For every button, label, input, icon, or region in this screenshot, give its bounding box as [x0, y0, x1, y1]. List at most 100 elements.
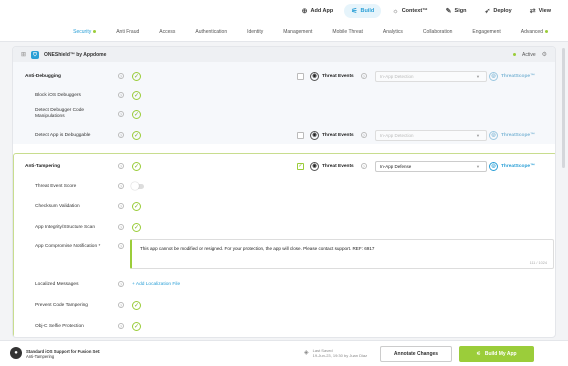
view-button[interactable]: ⇄ View — [523, 4, 558, 18]
feature-row-detect-code-manip: Detect Debugger Code Manipulations ? ✓ — [13, 107, 555, 121]
info-icon[interactable]: ? — [118, 281, 124, 287]
context-button[interactable]: ☼ Context™ — [385, 5, 434, 18]
threat-events-label: Threat Events — [322, 132, 354, 138]
chevron-down-icon: ▼ — [476, 163, 480, 169]
info-icon[interactable]: ? — [118, 224, 124, 230]
tab-label: Advanced — [520, 28, 543, 35]
threat-events-checkbox[interactable] — [297, 131, 304, 139]
tab-label: Mobile Threat — [332, 28, 363, 35]
tab-label: Management — [283, 28, 313, 35]
tab-label: Analytics — [382, 28, 403, 35]
top-toolbar: ⊕ Add App ⚟ Build ☼ Context™ ✎ Sign ➶ Deploy … — [0, 0, 568, 22]
pen-icon: ✎ — [445, 8, 452, 15]
tab-advanced[interactable]: Advanced — [511, 29, 558, 35]
info-icon[interactable]: ? — [118, 243, 124, 249]
threatscope-button[interactable]: ◎ ThreatScope™ — [489, 130, 535, 140]
detection-select[interactable]: In-App Detection ▼ — [375, 129, 487, 141]
tab-engagement[interactable]: Engagement — [462, 29, 510, 35]
panel-header: ⊞ ⛉ ONEShield™ by Appdome Active ⚙ — [13, 47, 555, 62]
enabled-check-icon[interactable]: ✓ — [132, 321, 141, 331]
build-button[interactable]: ⚟ Build — [344, 4, 382, 18]
tab-label: Security — [73, 28, 92, 35]
feature-label: Prevent Code Tampering — [35, 302, 88, 308]
feature-row-detect-debuggable: Detect App is Debuggable ? ✓ ◉ Threat Eve… — [13, 129, 555, 141]
save-icon: ◈ — [304, 349, 309, 356]
tab-collaboration[interactable]: Collaboration — [413, 29, 462, 35]
add-app-button[interactable]: ⊕ Add App — [295, 4, 341, 18]
feature-label: Detect Debugger Code Manipulations — [35, 108, 85, 119]
help-icon[interactable]: ? — [360, 73, 367, 79]
notification-message-field[interactable]: This app cannot be modified or resigned.… — [130, 239, 554, 269]
deploy-button[interactable]: ➶ Deploy — [477, 4, 518, 18]
info-icon[interactable]: ? — [118, 111, 124, 117]
help-icon[interactable]: ? — [360, 132, 367, 138]
deploy-label: Deploy — [493, 8, 512, 14]
tab-authentication[interactable]: Authentication — [185, 29, 237, 35]
settings-icon[interactable]: ⚙ — [542, 51, 547, 58]
info-icon[interactable]: ? — [118, 323, 124, 329]
info-icon[interactable]: ? — [118, 302, 124, 308]
feature-row-checksum: Checksum Validation ? ✓ — [13, 201, 555, 211]
enabled-check-icon[interactable]: ✓ — [132, 161, 141, 171]
feature-row-integrity: App Integrity/Structure Scan ? ✓ — [13, 222, 555, 232]
sign-button[interactable]: ✎ Sign — [439, 4, 474, 18]
tab-management[interactable]: Management — [273, 29, 322, 35]
tab-identity[interactable]: Identity — [237, 29, 273, 35]
info-icon[interactable]: ? — [118, 132, 124, 138]
feature-label: Checksum Validation — [35, 203, 80, 209]
info-icon[interactable]: ? — [118, 203, 124, 209]
feature-row-localized: Localized Messages ? + Add Localization … — [13, 279, 555, 289]
active-dot — [512, 53, 516, 56]
enabled-check-icon[interactable]: ✓ — [132, 90, 141, 100]
threatscope-icon: ◎ — [489, 71, 498, 81]
tab-anti-fraud[interactable]: Anti Fraud — [106, 29, 149, 35]
scrollbar[interactable] — [562, 48, 565, 168]
last-saved: ◈ Last Saved 19-Jun-23, 19:30 by Juan Di… — [304, 348, 367, 358]
threat-events-checkbox[interactable]: ✓ — [297, 162, 304, 170]
threat-events-label: Threat Events — [322, 163, 354, 169]
sliders-icon: ⚟ — [476, 351, 481, 357]
feature-label: Anti-Tampering — [25, 163, 61, 169]
feature-row-objc: Obj-C Selfie Protection ? ✓ — [13, 321, 555, 331]
add-localization-link[interactable]: + Add Localization File — [132, 282, 180, 287]
tab-mobile-threat[interactable]: Mobile Threat — [322, 29, 372, 35]
rocket-icon: ➶ — [484, 8, 491, 15]
detection-select[interactable]: In-App Defense ▼ — [375, 160, 487, 172]
enabled-check-icon[interactable]: ✓ — [132, 300, 141, 310]
sliders-icon: ⚟ — [351, 8, 358, 15]
enabled-check-icon[interactable]: ✓ — [132, 71, 141, 81]
tab-security[interactable]: Security — [63, 29, 106, 35]
add-localization-label: Add Localization File — [135, 281, 181, 287]
tab-label: Engagement — [472, 28, 501, 35]
help-icon[interactable]: ? — [360, 163, 367, 169]
tab-label: Collaboration — [422, 28, 453, 35]
enabled-check-icon[interactable]: ✓ — [132, 109, 141, 119]
threat-score-toggle[interactable] — [131, 182, 144, 190]
enabled-check-icon[interactable]: ✓ — [132, 130, 141, 140]
enabled-check-icon[interactable]: ✓ — [132, 201, 141, 211]
threat-events-checkbox[interactable] — [297, 72, 304, 80]
status-dot — [545, 30, 548, 33]
feature-label: App Integrity/Structure Scan — [35, 224, 95, 230]
annotate-label: Annotate Changes — [393, 351, 439, 357]
info-icon[interactable]: ? — [118, 92, 124, 98]
threatscope-button[interactable]: ◎ ThreatScope™ — [489, 161, 535, 171]
tab-access[interactable]: Access — [149, 29, 185, 35]
feature-label: Threat Event Score — [35, 183, 77, 189]
feature-row-anti-tampering: Anti-Tampering ? ✓ ✓ ◉ Threat Events? In-… — [13, 160, 555, 172]
chevron-down-icon: ▼ — [476, 73, 480, 79]
grid-icon: ⊞ — [21, 52, 27, 58]
feature-label: Localized Messages — [35, 281, 79, 287]
context-label: Context™ — [401, 8, 428, 14]
detection-select[interactable]: In-App Detection ▼ — [375, 70, 487, 82]
info-icon[interactable]: ? — [118, 163, 124, 169]
add-app-label: Add App — [310, 8, 334, 14]
enabled-check-icon[interactable]: ✓ — [132, 222, 141, 232]
info-icon[interactable]: ? — [118, 183, 124, 189]
info-icon[interactable]: ? — [118, 73, 124, 79]
threat-events: ◉ Threat Events? — [310, 161, 367, 171]
build-my-app-button[interactable]: ⚟ Build My App — [459, 346, 534, 362]
annotate-changes-button[interactable]: Annotate Changes — [380, 346, 452, 362]
tab-analytics[interactable]: Analytics — [373, 29, 413, 35]
threatscope-button[interactable]: ◎ ThreatScope™ — [489, 71, 535, 81]
